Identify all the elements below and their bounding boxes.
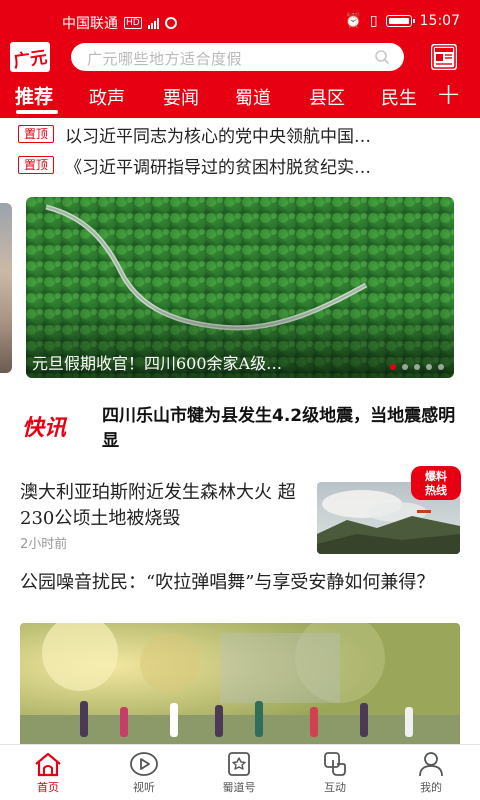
- status-bar: 中国联通 HD ⏰ ▯ 15:07: [0, 0, 480, 40]
- hand-icon: [324, 752, 346, 776]
- notification-icon: [164, 17, 177, 29]
- pinned-item[interactable]: 置顶 以习近平同志为核心的党中央领航中国…: [18, 120, 466, 148]
- clock: 15:07: [419, 13, 460, 29]
- nav-interact-label: 互动: [324, 781, 346, 794]
- add-channel-icon[interactable]: +: [436, 80, 461, 110]
- tab-shudao[interactable]: 蜀道: [235, 84, 271, 110]
- pinned-title: 以习近平同志为核心的党中央领航中国…: [65, 126, 372, 147]
- carousel-dots: [390, 364, 444, 370]
- carousel-dot[interactable]: [390, 364, 396, 370]
- active-tab-indicator: [16, 110, 58, 114]
- pinned-badge: 置顶: [18, 125, 55, 143]
- badge-line-1: 爆料: [425, 469, 447, 483]
- nav-home-label: 首页: [37, 781, 59, 794]
- tab-yaowen[interactable]: 要闻: [163, 84, 199, 110]
- nav-shudaohao[interactable]: 蜀道号: [204, 751, 274, 795]
- tab-zhengsheng[interactable]: 政声: [89, 84, 125, 110]
- article-time: 2小时前: [20, 537, 68, 552]
- carrier-name: 中国联通: [62, 16, 118, 32]
- carousel-dot[interactable]: [426, 364, 432, 370]
- nav-me[interactable]: 我的: [396, 751, 466, 795]
- nav-interact[interactable]: 互动: [300, 751, 370, 795]
- newspaper-icon[interactable]: [430, 43, 458, 71]
- article-title[interactable]: 公园噪音扰民：“吹拉弹唱舞”与享受安静如何兼得？: [20, 570, 460, 595]
- article-image[interactable]: [20, 623, 460, 745]
- alarm-icon: ⏰: [344, 13, 362, 29]
- nav-me-label: 我的: [420, 781, 442, 794]
- signal-icon: [147, 17, 159, 29]
- kuaixun-logo-text: 快讯: [22, 416, 68, 441]
- carousel-dot[interactable]: [438, 364, 444, 370]
- battery-icon: [385, 15, 415, 27]
- baoliao-hotline-badge[interactable]: 爆料 热线: [410, 465, 462, 501]
- pinned-badge: 置顶: [18, 156, 55, 174]
- app-logo[interactable]: 广元: [10, 42, 50, 72]
- park-dancing-image: [20, 623, 460, 745]
- tab-xianqu[interactable]: 县区: [309, 84, 345, 110]
- carousel-dot[interactable]: [402, 364, 408, 370]
- pinned-item[interactable]: 置顶 《习近平调研指导过的贫困村脱贫纪实…: [18, 151, 466, 179]
- vibrate-icon: ▯: [369, 13, 378, 29]
- article-title[interactable]: 澳大利亚珀斯附近发生森林大火 超230公顷土地被烧毁: [20, 480, 302, 532]
- nav-home[interactable]: 首页: [13, 751, 83, 795]
- app-logo-text: 广元: [12, 47, 49, 72]
- bottom-nav: 首页 视听 蜀道号 互动 我的: [0, 744, 480, 800]
- search-placeholder: 广元哪些地方适合度假: [87, 50, 243, 68]
- tab-recommend[interactable]: 推荐: [15, 82, 53, 109]
- star-badge-icon: [228, 752, 250, 776]
- status-right: ⏰ ▯ 15:07: [344, 13, 460, 29]
- nav-shudaohao-label: 蜀道号: [222, 781, 256, 794]
- kuaixun-logo: 快讯: [22, 416, 68, 441]
- carousel-dot[interactable]: [414, 364, 420, 370]
- person-icon: [419, 752, 443, 777]
- home-icon: [35, 752, 61, 777]
- carousel-banner[interactable]: 元旦假期收官！四川600余家A级…: [26, 197, 454, 378]
- play-icon: [130, 752, 158, 776]
- badge-line-2: 热线: [425, 483, 447, 497]
- kuaixun-headline[interactable]: 四川乐山市犍为县发生4.2级地震，当地震感明显: [102, 404, 462, 454]
- status-left: 中国联通 HD: [62, 13, 177, 33]
- pinned-title: 《习近平调研指导过的贫困村脱贫纪实…: [65, 157, 372, 178]
- carousel-prev-peek[interactable]: [0, 203, 12, 373]
- search-icon: [375, 50, 390, 65]
- nav-video[interactable]: 视听: [109, 751, 179, 795]
- search-input[interactable]: 广元哪些地方适合度假: [71, 43, 404, 71]
- nav-video-label: 视听: [133, 781, 155, 794]
- banner-caption: 元旦假期收官！四川600余家A级…: [32, 354, 283, 373]
- tab-minsheng[interactable]: 民生: [381, 84, 417, 110]
- hd-icon: HD: [124, 17, 142, 29]
- app-header: 中国联通 HD ⏰ ▯ 15:07 广元 广元哪些地方适合度假 推荐 政声 要闻…: [0, 0, 480, 118]
- channel-tabs: 推荐 政声 要闻 蜀道 县区 民生: [0, 80, 480, 114]
